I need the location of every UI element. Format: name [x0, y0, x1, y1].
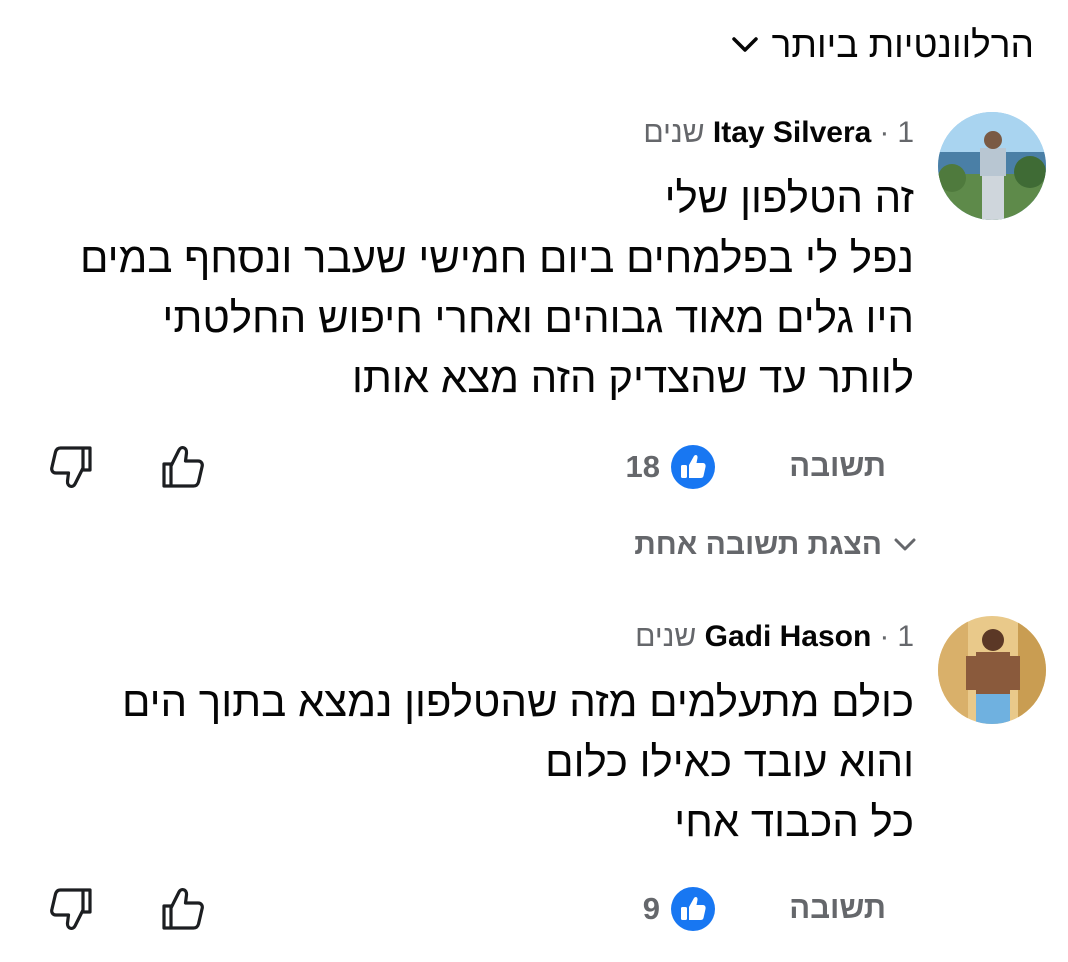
author-name[interactable]: Itay Silvera: [713, 116, 871, 149]
comment-line: לוותר עד שהצדיק הזה מצא אותו: [351, 354, 914, 401]
comment: Gadi Hason ·1 שנים כולם מתעלמים מזה שהטלפ…: [40, 616, 1046, 946]
comment-meta: Itay Silvera ·1 שנים: [643, 116, 914, 150]
thumbs-down-icon[interactable]: [46, 442, 96, 492]
chevron-down-icon: [894, 538, 916, 551]
sort-label: הרלוונטיות ביותר: [771, 24, 1034, 65]
show-replies-label: הצגת תשובה אחת: [634, 528, 882, 561]
avatar[interactable]: [938, 112, 1046, 220]
comment-line: זה הטלפון שלי: [664, 174, 914, 221]
thumbs-up-icon[interactable]: [158, 884, 208, 934]
thumbs-up-icon[interactable]: [158, 442, 208, 492]
comment-line: היו גלים מאוד גבוהים ואחרי חיפוש החלטתי: [162, 294, 914, 341]
reply-button[interactable]: תשובה: [789, 448, 886, 484]
comment-body: כולם מתעלמים מזה שהטלפון נמצא בתוך הים ו…: [122, 672, 914, 852]
reaction-count[interactable]: 9: [643, 886, 716, 932]
comment-actions: תשובה 18: [40, 442, 1046, 502]
comment-body: זה הטלפון שלי נפל לי בפלמחים ביום חמישי …: [80, 168, 914, 408]
comment-line: כולם מתעלמים מזה שהטלפון נמצא בתוך הים: [121, 678, 914, 725]
comment-meta: Gadi Hason ·1 שנים: [635, 620, 914, 654]
comment-line: כל הכבוד אחי: [674, 798, 914, 845]
meta-separator: ·: [879, 116, 890, 149]
comment-actions: תשובה 9: [40, 884, 1046, 944]
like-reaction-icon: [671, 887, 715, 931]
show-replies-button[interactable]: הצגת תשובה אחת: [634, 528, 916, 562]
meta-separator: ·: [879, 620, 890, 653]
comment-line: נפל לי בפלמחים ביום חמישי שעבר ונסחף במי…: [79, 234, 914, 281]
author-name[interactable]: Gadi Hason: [705, 620, 872, 653]
like-reaction-icon: [671, 445, 715, 489]
sort-dropdown[interactable]: הרלוונטיות ביותר: [731, 24, 1034, 66]
avatar[interactable]: [938, 616, 1046, 724]
thumbs-down-icon[interactable]: [46, 884, 96, 934]
like-count: 18: [625, 449, 660, 484]
like-count: 9: [642, 891, 660, 926]
comment-line: והוא עובד כאילו כלום: [545, 738, 914, 785]
comment: Itay Silvera ·1 שנים זה הטלפון שלי נפל לי…: [40, 112, 1046, 512]
chevron-down-icon: [731, 37, 758, 52]
reply-button[interactable]: תשובה: [789, 890, 886, 926]
reaction-count[interactable]: 18: [626, 444, 716, 490]
